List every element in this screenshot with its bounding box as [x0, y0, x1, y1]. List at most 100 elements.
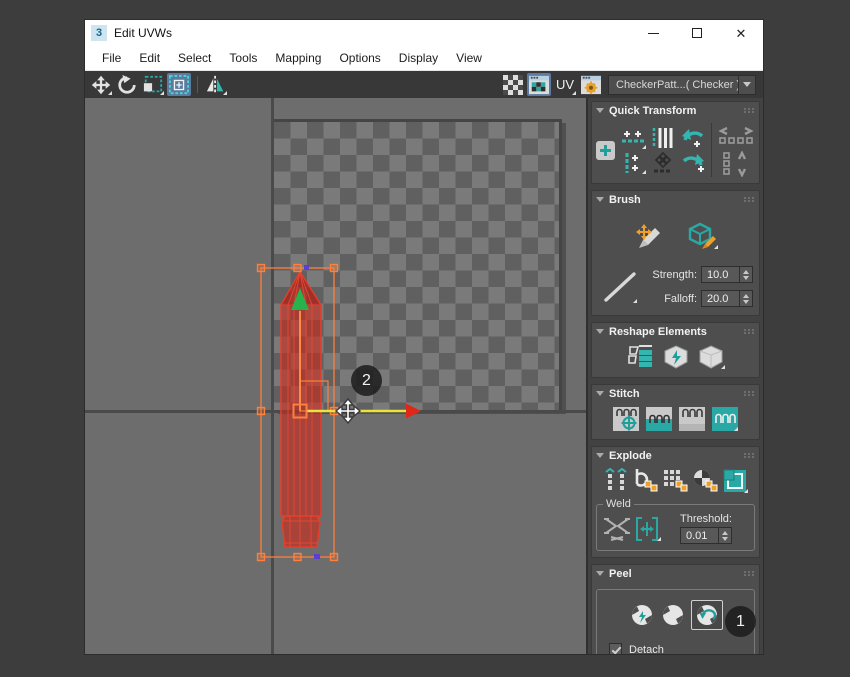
grip-icon[interactable] — [744, 108, 755, 113]
threshold-spinner[interactable]: 0.01 — [680, 527, 732, 544]
flatten-by-polygon-button[interactable] — [692, 468, 719, 494]
reshape-header[interactable]: Reshape Elements — [592, 323, 759, 340]
move-brush-button[interactable] — [633, 222, 665, 250]
relax-until-flat-button[interactable] — [661, 344, 691, 370]
explode-header[interactable]: Explode — [592, 447, 759, 464]
section-title: Peel — [609, 567, 632, 580]
close-button[interactable]: ✕ — [719, 20, 763, 46]
rotate-tool-button[interactable] — [115, 73, 139, 96]
section-title: Explode — [609, 449, 652, 462]
freeform-mode-button[interactable] — [167, 73, 191, 96]
spin-down-icon — [743, 275, 749, 280]
rotate-ccw-button[interactable] — [679, 126, 707, 150]
strength-row: Strength: 10.0 — [642, 266, 753, 283]
flyout-indicator — [642, 144, 646, 149]
distribute-horizontal-button[interactable] — [717, 123, 755, 147]
align-pivot-button[interactable] — [596, 140, 615, 160]
falloff-type-button[interactable] — [602, 270, 638, 304]
spinner-arrows[interactable] — [739, 267, 752, 282]
quick-peel-button[interactable] — [629, 603, 655, 627]
toolbar-separator — [197, 76, 198, 93]
move-tool-button[interactable] — [89, 73, 113, 96]
texture-selector-dropdown[interactable]: CheckerPatt...( Checker ) — [608, 74, 756, 95]
spinner-arrows[interactable] — [718, 528, 731, 543]
weld-selected-icon — [604, 517, 630, 541]
align-vertical-button[interactable] — [619, 151, 647, 175]
pack-uvs-button[interactable] — [649, 151, 677, 175]
peel-mode-button[interactable] — [660, 603, 686, 627]
break-by-edges-button[interactable] — [602, 468, 629, 494]
flatten-polygon-icon — [694, 470, 718, 492]
brush-header[interactable]: Brush — [592, 191, 759, 208]
window-controls: ✕ — [631, 20, 763, 46]
relax-brush-button[interactable] — [687, 222, 719, 250]
menu-options[interactable]: Options — [330, 51, 389, 65]
edit-uvws-window: 3 Edit UVWs ✕ File Edit Select Tools Map… — [85, 20, 763, 654]
stitch-selected-button[interactable] — [711, 406, 739, 432]
menu-mapping[interactable]: Mapping — [266, 51, 330, 65]
dropdown-arrow-button[interactable] — [738, 75, 755, 94]
menu-edit[interactable]: Edit — [130, 51, 169, 65]
relax-button[interactable] — [696, 344, 726, 370]
peel-header[interactable]: Peel — [592, 565, 759, 582]
strength-spinner[interactable]: 10.0 — [701, 266, 753, 283]
quick-transform-header[interactable]: Quick Transform — [592, 102, 759, 119]
weld-selected-button[interactable] — [602, 516, 632, 542]
straighten-element-button[interactable] — [626, 344, 656, 370]
flyout-indicator — [734, 427, 738, 431]
menu-file[interactable]: File — [93, 51, 130, 65]
menu-select[interactable]: Select — [169, 51, 220, 65]
rotate-cw-button[interactable] — [679, 151, 707, 175]
stitch-to-target-icon — [646, 407, 672, 431]
uv-selection-overlay — [256, 263, 421, 562]
rotate-icon — [118, 74, 136, 94]
stitch-to-source-button[interactable] — [678, 406, 706, 432]
section-title: Reshape Elements — [609, 325, 707, 338]
stitch-custom-button[interactable] — [612, 406, 640, 432]
uv-channel-label: UV — [555, 77, 574, 92]
menu-display[interactable]: Display — [390, 51, 447, 65]
show-map-toggle[interactable] — [526, 73, 551, 96]
threshold-value[interactable]: 0.01 — [681, 528, 718, 543]
grip-icon[interactable] — [744, 571, 755, 576]
uv-channel-dropdown[interactable]: UV — [553, 73, 577, 96]
flatten-material-icon — [664, 470, 688, 492]
strength-value[interactable]: 10.0 — [702, 267, 739, 282]
threshold-label: Threshold: — [680, 513, 732, 525]
falloff-spinner[interactable]: 20.0 — [701, 290, 753, 307]
toolbar: UV CheckerPatt...( Checker ) — [85, 71, 763, 98]
peel-reset-button[interactable] — [694, 603, 720, 627]
checker-pattern-toggle[interactable] — [501, 73, 525, 96]
spinner-arrows[interactable] — [739, 291, 752, 306]
maximize-button[interactable] — [675, 20, 719, 46]
falloff-value[interactable]: 20.0 — [702, 291, 739, 306]
uv-canvas[interactable]: 2 — [85, 98, 587, 654]
menu-tools[interactable]: Tools — [220, 51, 266, 65]
grip-icon[interactable] — [744, 453, 755, 458]
menu-view[interactable]: View — [447, 51, 491, 65]
grip-icon[interactable] — [744, 329, 755, 334]
flatten-by-smoothing-group-button[interactable] — [632, 468, 659, 494]
minimize-button[interactable] — [631, 20, 675, 46]
spin-up-icon — [743, 269, 749, 274]
flyout-indicator — [657, 536, 661, 541]
stitch-header[interactable]: Stitch — [592, 385, 759, 402]
flatten-by-material-id-button[interactable] — [662, 468, 689, 494]
scale-tool-button[interactable] — [141, 73, 165, 96]
distribute-vertical-button[interactable] — [717, 151, 755, 177]
target-weld-button[interactable] — [632, 516, 662, 542]
gizmo-x-arrow[interactable] — [406, 403, 421, 419]
grip-icon[interactable] — [744, 197, 755, 202]
section-explode: Explode Weld Threshold: 0.01 — [591, 446, 760, 558]
align-horizontal-button[interactable] — [619, 126, 647, 150]
pivot-marker-top — [304, 265, 309, 270]
collapse-icon — [596, 108, 604, 113]
straighten-selection-button[interactable] — [649, 126, 677, 150]
mirror-tool-button[interactable] — [204, 73, 228, 96]
grip-icon[interactable] — [744, 391, 755, 396]
flatten-custom-button[interactable] — [722, 468, 749, 494]
stitch-to-target-button[interactable] — [645, 406, 673, 432]
detach-checkbox[interactable] — [609, 643, 622, 654]
flyout-indicator — [642, 169, 646, 174]
render-uv-template-button[interactable] — [579, 73, 603, 96]
